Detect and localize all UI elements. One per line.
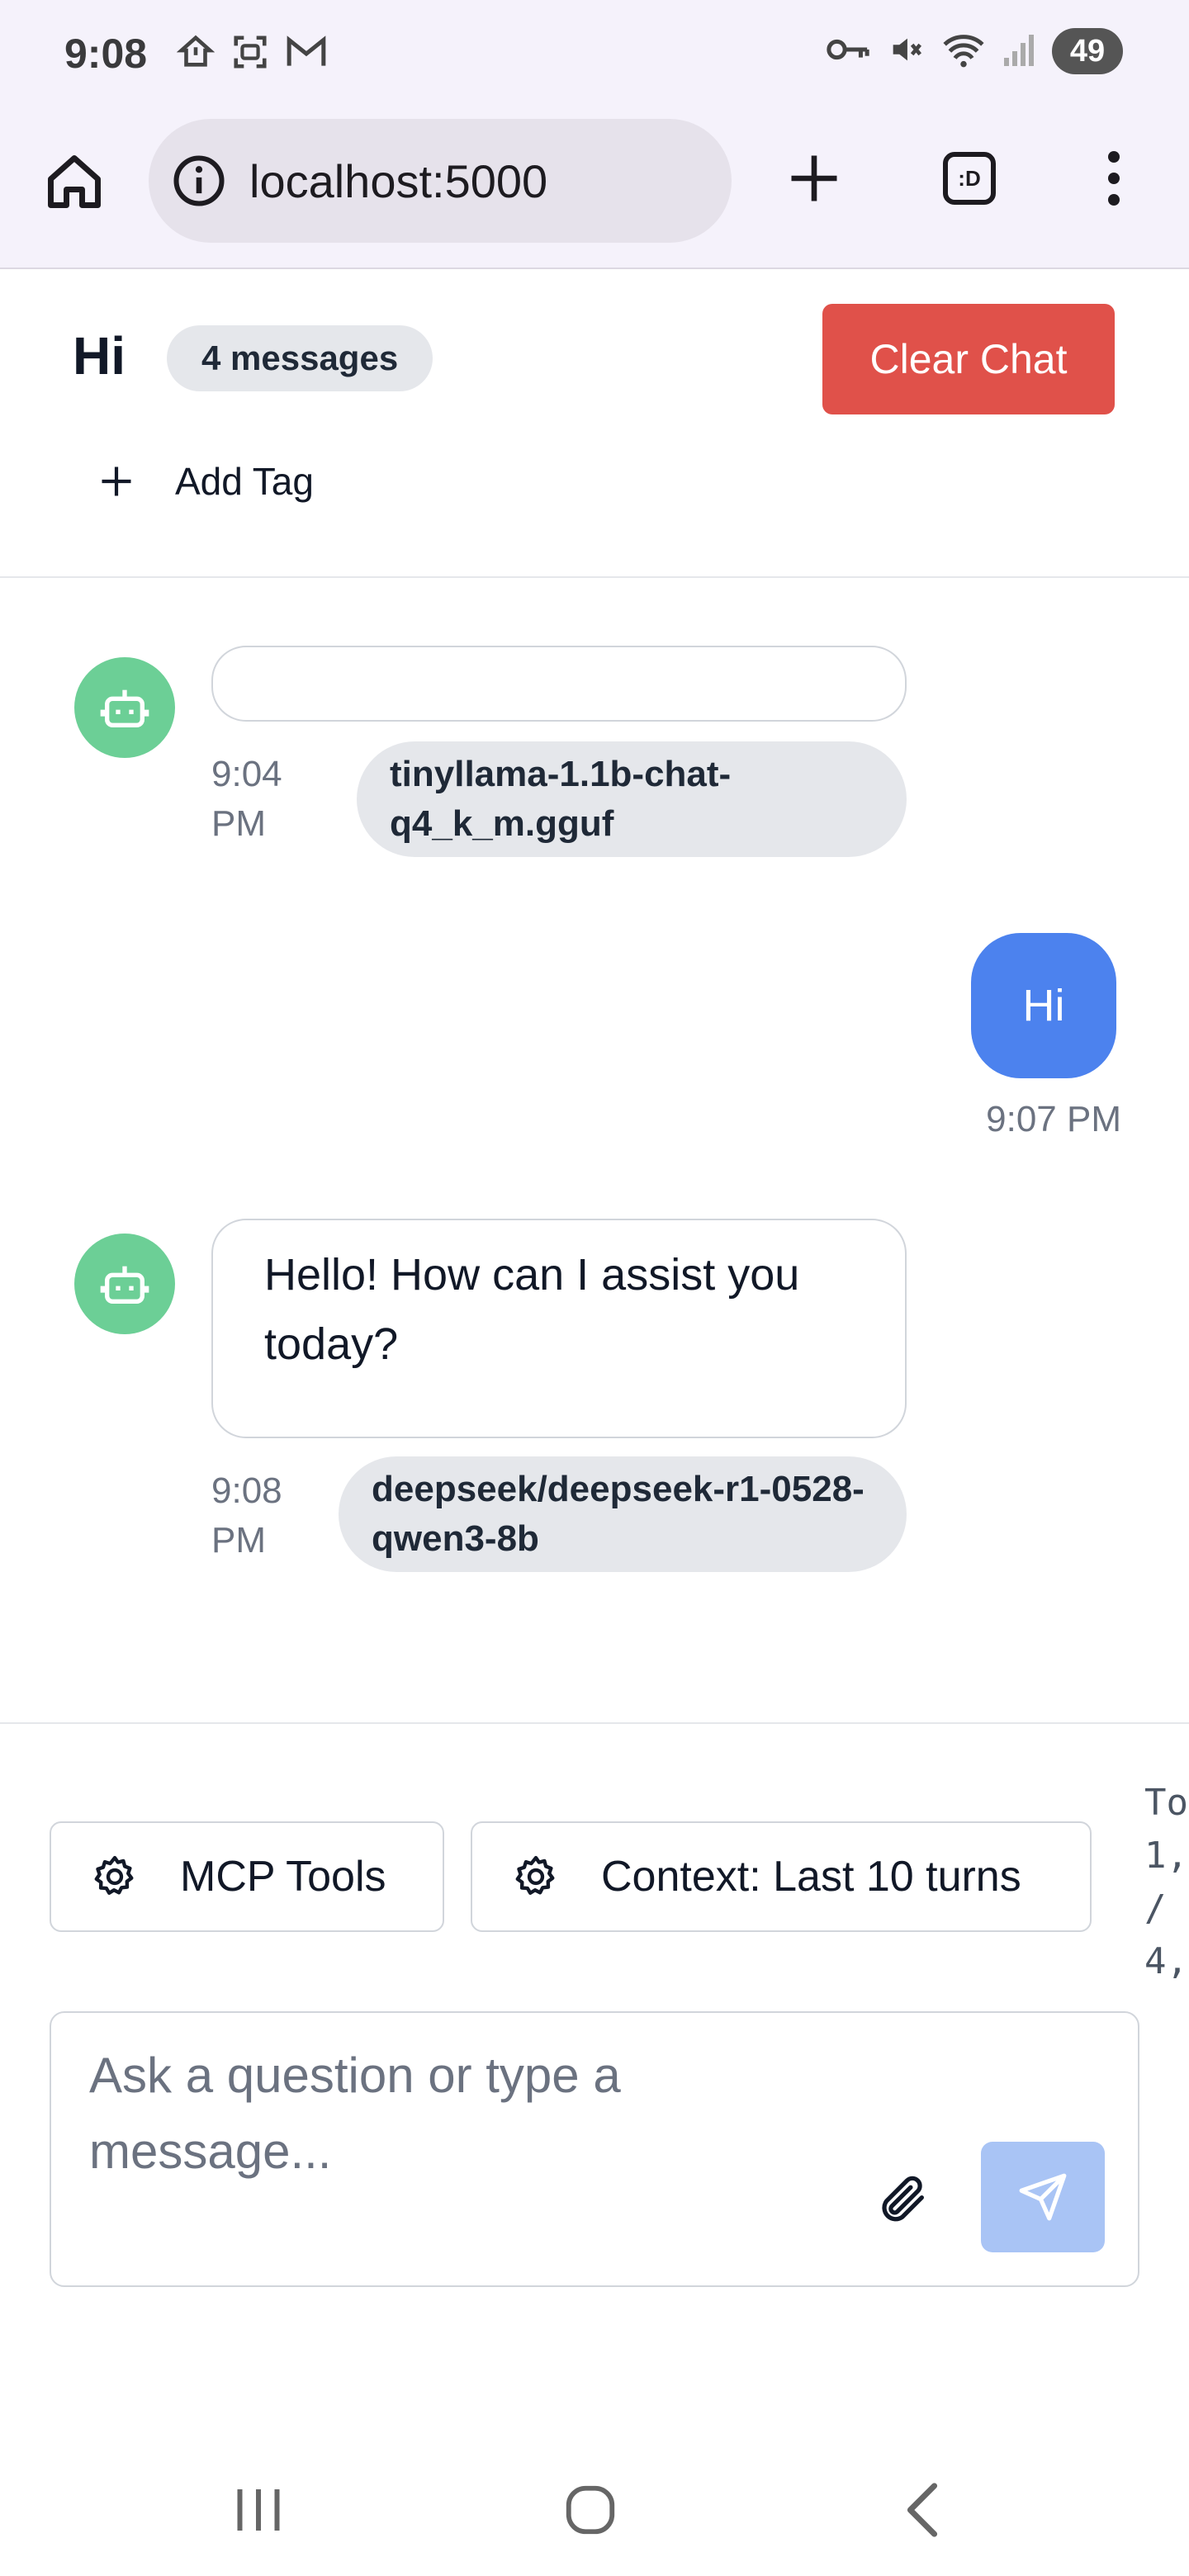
chat-title: Hi	[73, 326, 126, 386]
add-tag-button[interactable]: Add Tag	[99, 459, 314, 504]
home-icon	[48, 155, 101, 208]
gear-icon	[515, 1855, 555, 1895]
more-vert-icon	[1108, 151, 1120, 163]
recents-icon	[237, 2489, 280, 2531]
url-text: localhost:5000	[249, 154, 548, 207]
attach-button[interactable]	[865, 2162, 940, 2236]
bot-icon	[100, 1266, 149, 1304]
vpn-key-icon	[826, 33, 870, 70]
message-count-badge: 4 messages	[167, 325, 433, 391]
signal-icon	[1002, 31, 1035, 73]
home-circle-icon	[566, 2485, 615, 2535]
assistant-message-bubble	[211, 646, 907, 722]
home-button[interactable]	[41, 149, 107, 215]
gmail-icon	[286, 33, 327, 75]
model-badge: deepseek/deepseek-r1-0528-qwen3-8b	[339, 1456, 907, 1572]
home-alert-icon	[176, 33, 216, 75]
clear-chat-button[interactable]: Clear Chat	[822, 304, 1115, 414]
mcp-tools-label: MCP Tools	[180, 1853, 386, 1901]
status-bar: 9:08 49	[0, 0, 1189, 116]
context-button[interactable]: Context: Last 10 turns	[471, 1821, 1092, 1932]
site-info-icon[interactable]	[172, 154, 226, 208]
message-timestamp: 9:07 PM	[986, 1099, 1121, 1139]
status-right-icons: 49	[826, 28, 1123, 74]
tab-count: :D	[943, 152, 996, 205]
browser-toolbar: localhost:5000 :D	[0, 116, 1189, 269]
model-badge: tinyllama-1.1b-chat-q4_k_m.gguf	[357, 741, 907, 857]
status-time: 9:08	[64, 31, 148, 77]
send-button[interactable]	[981, 2142, 1105, 2252]
back-button[interactable]	[877, 2469, 968, 2551]
send-icon	[1019, 2173, 1067, 2221]
message-input[interactable]: Ask a question or type a message...	[89, 2038, 832, 2190]
system-nav-bar	[0, 2444, 1189, 2576]
gear-icon	[94, 1855, 134, 1895]
plus-icon	[791, 155, 837, 201]
message-timestamp: 9:04 PM	[211, 754, 282, 844]
bot-icon	[100, 689, 149, 727]
paperclip-icon	[882, 2176, 924, 2222]
more-vert-dot	[1108, 194, 1120, 206]
browser-menu-button[interactable]	[1088, 145, 1139, 211]
user-message-bubble: Hi	[971, 933, 1116, 1078]
composer-divider	[0, 1722, 1189, 1724]
token-counter: Tok 1, / 4,	[1144, 1782, 1189, 1982]
mcp-tools-button[interactable]: MCP Tools	[50, 1821, 444, 1932]
mute-icon	[887, 31, 925, 73]
assistant-message-bubble: Hello! How can I assist you today?	[211, 1219, 907, 1438]
message-timestamp: 9:08 PM	[211, 1470, 282, 1560]
status-left-icons	[176, 33, 327, 75]
back-chevron-icon	[907, 2483, 938, 2537]
message-composer: Ask a question or type a message...	[50, 2011, 1139, 2287]
add-tag-label: Add Tag	[175, 460, 314, 503]
bot-avatar	[74, 1234, 175, 1334]
context-label: Context: Last 10 turns	[601, 1853, 1021, 1901]
screenshot-icon	[231, 33, 269, 75]
new-tab-button[interactable]	[781, 145, 847, 211]
battery-indicator: 49	[1052, 28, 1123, 74]
more-vert-dot	[1108, 173, 1120, 184]
plus-icon	[102, 466, 131, 496]
recents-button[interactable]	[213, 2469, 304, 2551]
tab-switcher-button[interactable]: :D	[936, 145, 1002, 211]
home-nav-button[interactable]	[545, 2469, 636, 2551]
chat-header: Hi 4 messages Clear Chat Add Tag	[0, 269, 1189, 578]
bot-avatar	[74, 657, 175, 758]
wifi-icon	[941, 31, 986, 73]
address-bar[interactable]: localhost:5000	[149, 119, 732, 243]
